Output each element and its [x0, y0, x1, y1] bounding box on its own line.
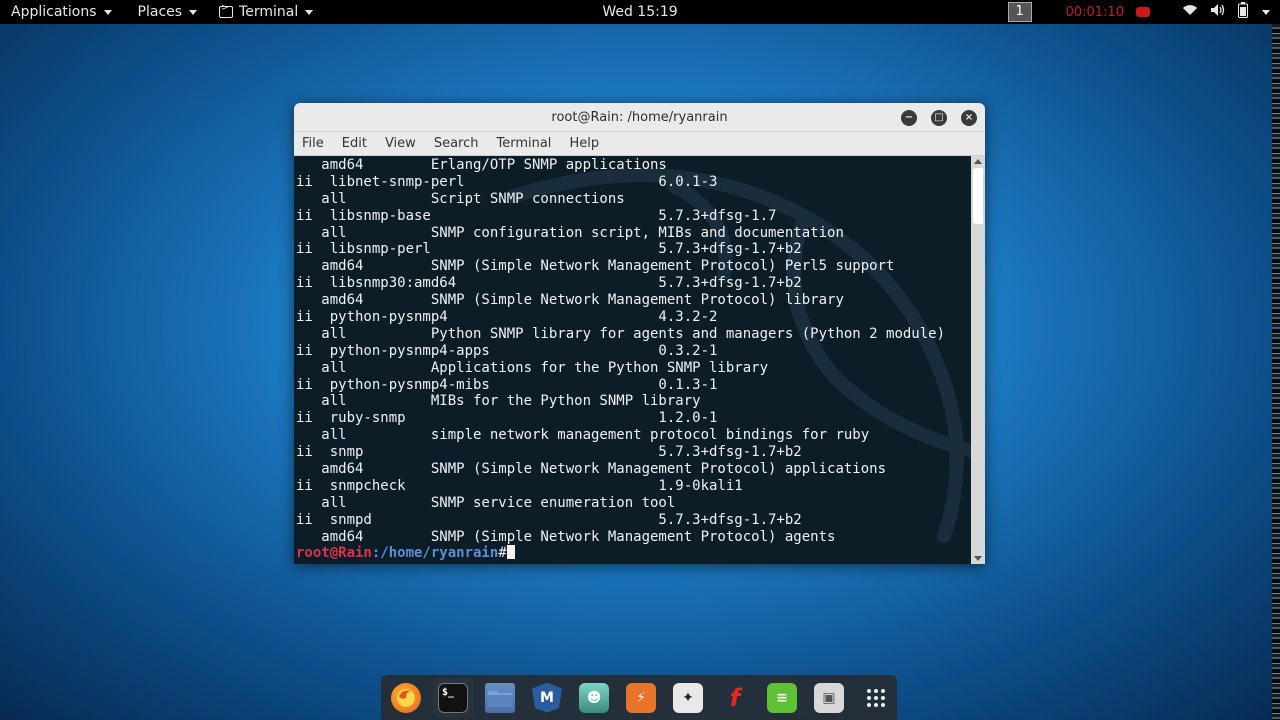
armitage-icon[interactable]: ☻	[579, 682, 609, 713]
terminal-line: ii python-pysnmp4-apps 0.3.2-1	[296, 342, 718, 359]
terminal-line: all Applications for the Python SNMP lib…	[296, 359, 769, 376]
terminal-line: all SNMP service enumeration tool	[296, 494, 676, 511]
scrollbar-thumb[interactable]	[973, 168, 983, 224]
menu-file[interactable]: File	[302, 136, 330, 151]
places-label: Places	[137, 4, 183, 20]
chevron-down-icon[interactable]	[1262, 9, 1270, 15]
screen-edge-artifact	[1272, 24, 1280, 720]
terminal-line: ii snmpcheck 1.9-0kali1	[296, 477, 743, 494]
files-icon[interactable]	[485, 682, 515, 713]
places-menu[interactable]: Places	[127, 0, 209, 24]
terminal-line: amd64 SNMP (Simple Network Management Pr…	[296, 258, 895, 275]
firefox-icon[interactable]	[391, 682, 421, 713]
applications-menu[interactable]: Applications	[0, 0, 123, 24]
recording-timer: 00:01:10	[1065, 4, 1124, 20]
maximize-button[interactable]: □	[931, 110, 947, 126]
battery-icon[interactable]	[1238, 2, 1248, 22]
menu-terminal[interactable]: Terminal	[496, 136, 557, 151]
menu-edit[interactable]: Edit	[342, 136, 373, 151]
terminal-line: all Python SNMP library for agents and m…	[296, 325, 946, 342]
prompt-path: :/home/ryanrain	[371, 545, 499, 562]
wifi-icon[interactable]	[1182, 4, 1198, 20]
prompt-hash: #	[498, 545, 507, 562]
show-apps-icon[interactable]	[861, 683, 891, 713]
terminal-line: all SNMP configuration script, MIBs and …	[296, 224, 844, 241]
terminal-scrollbar[interactable]	[971, 156, 985, 564]
terminal-line: all simple network management protocol b…	[296, 427, 870, 444]
applications-label: Applications	[11, 4, 97, 20]
terminal-line: amd64 Erlang/OTP SNMP applications	[296, 157, 667, 173]
volume-icon[interactable]	[1210, 3, 1226, 21]
screenshot-icon[interactable]: ▣	[814, 682, 844, 713]
terminal-line: ii libnet-snmp-perl 6.0.1-3	[296, 173, 718, 190]
close-button[interactable]: ×	[961, 110, 977, 126]
prompt-user: root@Rain	[296, 545, 372, 562]
scroll-down-icon[interactable]	[974, 556, 982, 561]
terminal-window: root@Rain: /home/ryanrain − □ × File Edi…	[294, 103, 985, 564]
window-titlebar[interactable]: root@Rain: /home/ryanrain − □ ×	[294, 103, 985, 132]
text-cursor	[506, 545, 515, 560]
system-tray: 1 00:01:10	[1007, 0, 1270, 24]
chevron-down-icon	[189, 9, 198, 15]
terminal-line: ii libsnmp30:amd64 5.7.3+dfsg-1.7+b2	[296, 275, 802, 292]
menu-search[interactable]: Search	[434, 136, 485, 151]
terminal-lines: amd64 Erlang/OTP SNMP applications ii lib…	[296, 157, 945, 562]
menu-view[interactable]: View	[385, 136, 422, 151]
chevron-down-icon	[305, 9, 314, 15]
terminal-line: ii python-pysnmp4 4.3.2-2	[296, 309, 718, 326]
terminal-line: amd64 SNMP (Simple Network Management Pr…	[296, 528, 836, 545]
terminal-line: ii libsnmp-perl 5.7.3+dfsg-1.7+b2	[296, 241, 802, 258]
terminal-line: ii python-pysnmp4-mibs 0.1.3-1	[296, 376, 718, 393]
maltego-icon[interactable]: ✦	[673, 682, 703, 713]
minimize-button[interactable]: −	[901, 110, 917, 126]
menu-bar: File Edit View Search Terminal Help	[294, 132, 985, 156]
chevron-down-icon	[103, 9, 112, 15]
window-title: root@Rain: /home/ryanrain	[551, 109, 728, 125]
menu-help[interactable]: Help	[569, 136, 605, 151]
terminal-prompt[interactable]: root@Rain:/home/ryanrain#	[296, 545, 945, 562]
faraday-icon[interactable]: f	[720, 683, 750, 713]
terminal-app-menu[interactable]: Terminal	[208, 0, 324, 24]
terminal-line: amd64 SNMP (Simple Network Management Pr…	[296, 292, 844, 309]
dock: $_ M ☻ ⚡ ✦ f ≡ ▣	[381, 675, 897, 720]
terminal-line: ii snmpd 5.7.3+dfsg-1.7+b2	[296, 511, 802, 528]
recording-icon[interactable]	[1136, 7, 1150, 17]
terminal-line: ii snmp 5.7.3+dfsg-1.7+b2	[296, 444, 802, 461]
terminal-line: all MIBs for the Python SNMP library	[296, 393, 701, 410]
terminal-icon	[219, 3, 234, 18]
terminal-app-label: Terminal	[239, 4, 299, 20]
terminal-icon[interactable]: $_	[433, 677, 473, 718]
scroll-up-icon[interactable]	[974, 159, 982, 164]
leafpad-icon[interactable]: ≡	[767, 682, 797, 713]
terminal-line: ii libsnmp-base 5.7.3+dfsg-1.7	[296, 207, 777, 224]
top-panel: Wed 15:19 Applications Places Terminal 1…	[0, 0, 1280, 24]
metasploit-icon[interactable]: M	[532, 682, 562, 713]
burpsuite-icon[interactable]: ⚡	[626, 682, 656, 713]
workspace-indicator[interactable]: 1	[1007, 2, 1032, 22]
terminal-line: amd64 SNMP (Simple Network Management Pr…	[296, 461, 887, 478]
terminal-line: all Script SNMP connections	[296, 190, 625, 207]
terminal-line: ii ruby-snmp 1.2.0-1	[296, 410, 718, 427]
terminal-output[interactable]: amd64 Erlang/OTP SNMP applications ii lib…	[294, 156, 971, 564]
